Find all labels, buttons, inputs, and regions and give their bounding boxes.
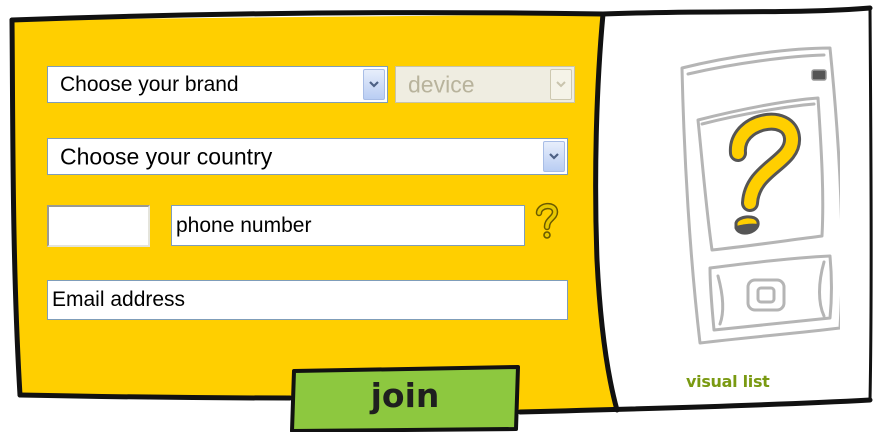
country-select-value: Choose your country [60,143,273,169]
chevron-down-icon[interactable] [543,141,565,172]
country-select[interactable]: Choose your country [47,138,568,175]
device-select[interactable]: device [395,66,575,103]
device-select-value: device [408,71,475,97]
email-value: Email address [52,288,186,311]
email-input[interactable]: Email address [47,280,568,320]
brand-select-value: Choose your brand [60,72,239,96]
phone-number-input[interactable]: phone number [171,205,525,246]
mobile-phone-question-icon[interactable] [640,28,840,368]
chevron-down-icon[interactable] [363,69,385,100]
brand-select[interactable]: Choose your brand [47,66,388,103]
phone-number-value: phone number [176,213,312,237]
question-mark-icon[interactable] [533,201,561,241]
chevron-down-icon[interactable] [550,69,572,100]
visual-list-link[interactable]: visual list [686,372,770,391]
join-button[interactable]: join [290,363,520,433]
join-button-shape [290,365,520,433]
area-code-input[interactable] [47,205,150,247]
